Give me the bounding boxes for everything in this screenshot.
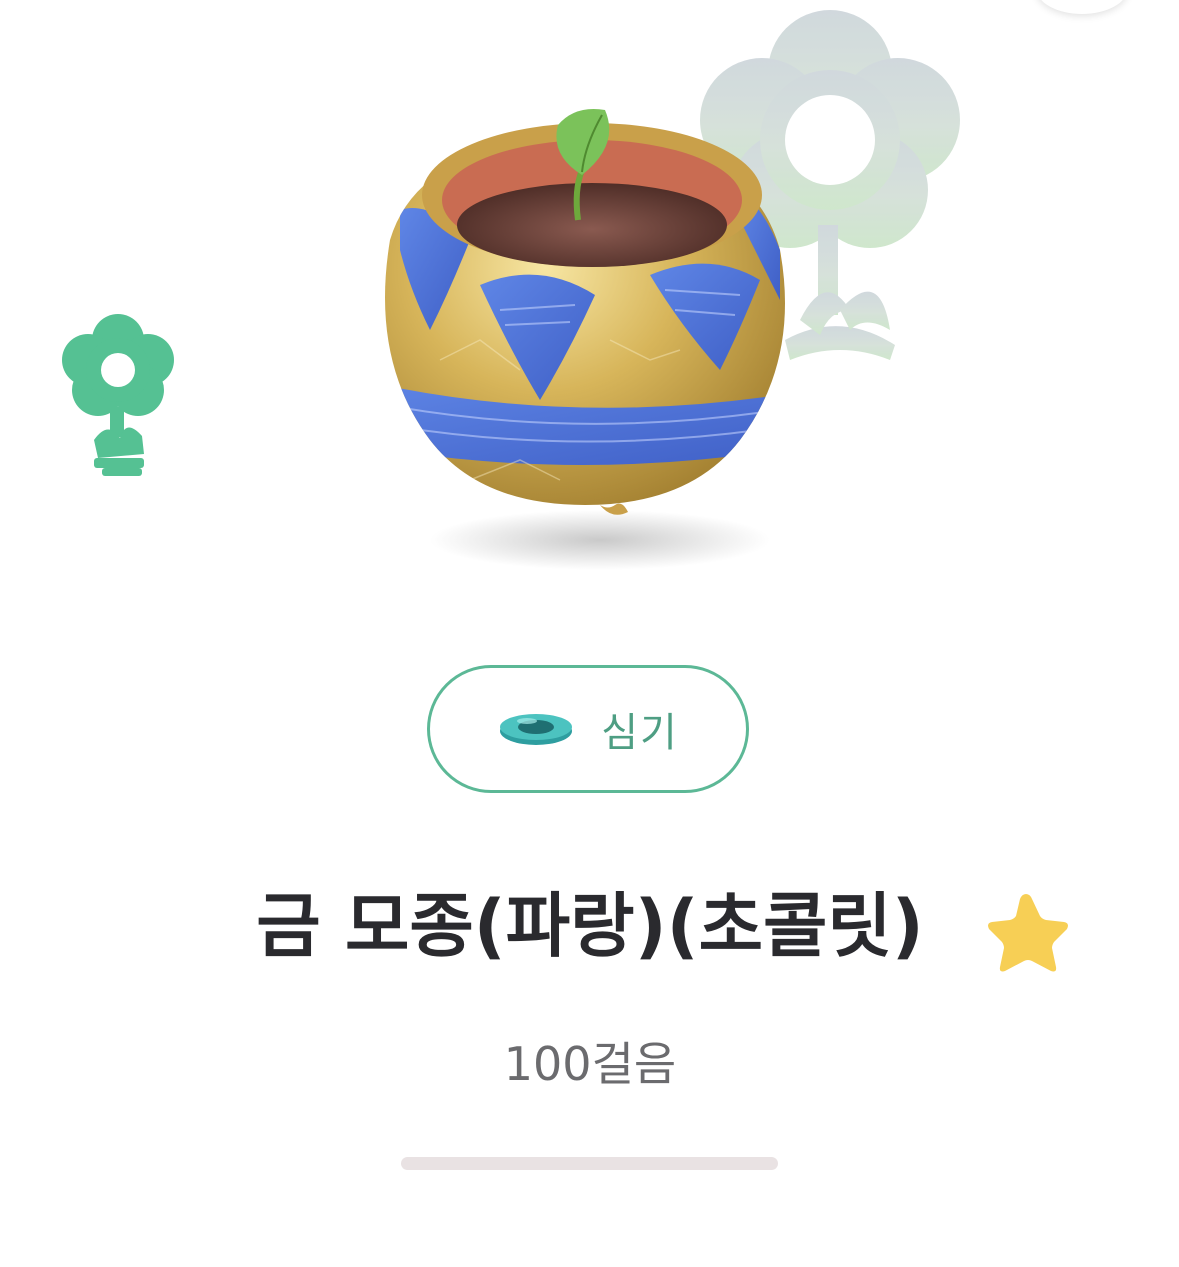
pot-image [385,109,785,570]
flower-balloon-icon [62,314,174,476]
item-title: 금 모종(파랑)(초콜릿) [256,885,924,967]
close-button[interactable] [1036,0,1128,14]
star-icon[interactable] [980,888,1072,976]
plant-button[interactable]: 심기 [427,665,749,793]
item-detail-screen: 심기 금 모종(파랑)(초콜릿) 100걸음 [0,0,1179,1267]
plant-button-label: 심기 [601,710,679,756]
progress-bar [401,1157,778,1170]
step-cost: 100걸음 [503,1037,677,1091]
planter-dish-icon [500,714,573,745]
